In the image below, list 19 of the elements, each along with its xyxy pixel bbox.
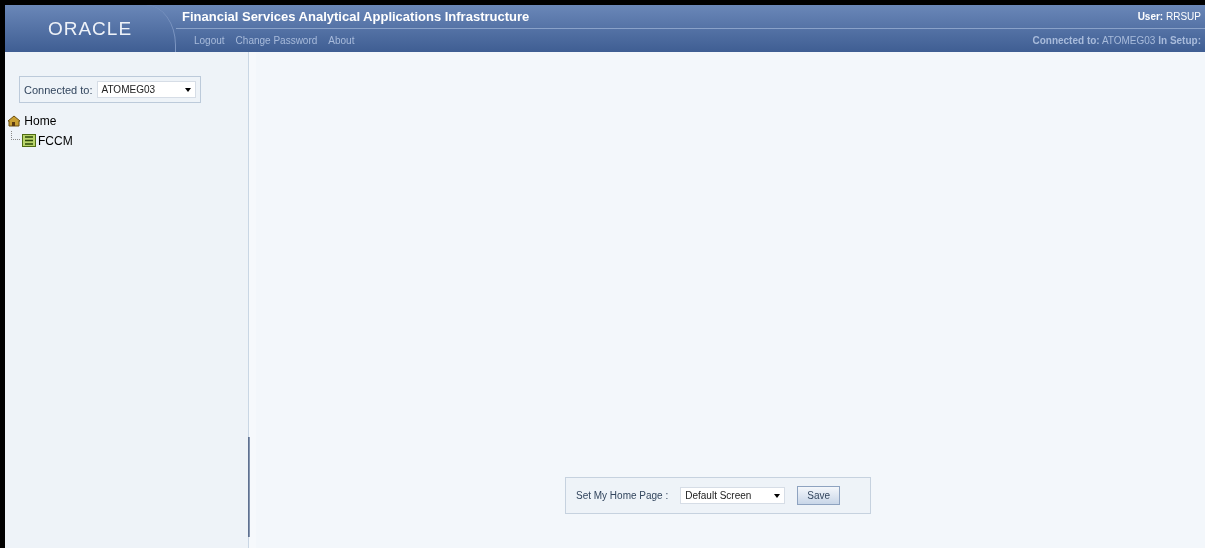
setup-label: In Setup: (1158, 35, 1201, 46)
house-icon (7, 114, 21, 127)
app-title: Financial Services Analytical Applications Infrastructure (182, 9, 530, 24)
connected-label: Connected to: (24, 83, 93, 96)
user-label: User: (1137, 11, 1164, 22)
connection-dropdown[interactable]: ATOMEG03 (96, 81, 196, 98)
tree-node[interactable]: FCCM (38, 133, 73, 148)
connected-value: ATOMEG03 (1101, 35, 1156, 46)
home-page-label: Set My Home Page : (575, 490, 669, 501)
home-page-dropdown[interactable]: Default Screen (680, 487, 786, 504)
splitter-handle[interactable] (248, 437, 250, 537)
oracle-logo: ORACLE (47, 17, 133, 40)
tree-node[interactable]: Home (7, 113, 57, 128)
user-name: RRSUP (1166, 11, 1201, 22)
list-icon (22, 134, 36, 148)
connected-label: Connected to: (1032, 35, 1100, 46)
save-button[interactable]: Save (797, 486, 841, 505)
caret-icon (185, 87, 191, 92)
caret-icon (774, 493, 781, 498)
